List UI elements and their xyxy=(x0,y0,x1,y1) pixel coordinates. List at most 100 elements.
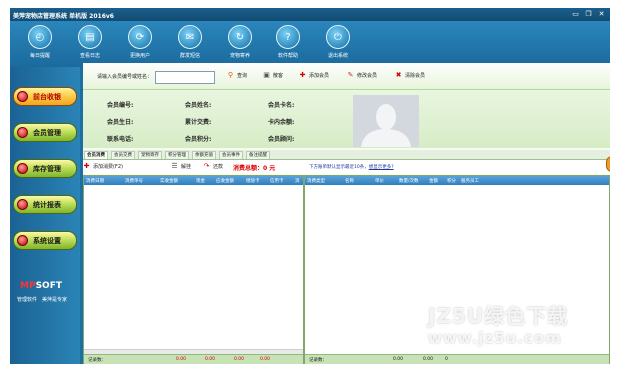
tab-points[interactable]: 积分管理 xyxy=(165,151,189,159)
tab-bar: 会员消费 会员交费 宠物寄存 积分管理 余额充值 会员事件 备注提醒 xyxy=(83,150,610,160)
receipt-icon: ☰ xyxy=(171,162,178,170)
footer-total: 0.00 xyxy=(176,357,187,362)
logo-tagline: 管理软件 美萍是专家 xyxy=(17,297,68,303)
swap-user-icon: ⟳ xyxy=(128,25,152,49)
sidebar: 前台收银 会员管理 库存管理 统计报表 系统设置 MPSOFT 管理软件 美萍是… xyxy=(10,67,80,364)
plus-icon: ✚ xyxy=(83,162,90,170)
list-icon: ▣ xyxy=(263,71,270,79)
add-consume-button[interactable]: ✚ 添加消费(F2) xyxy=(83,162,123,171)
column-header[interactable]: 消 xyxy=(295,178,300,184)
consume-action-bar: ✚ 添加消费(F2) ☰ 解挂 ↷ 还款 消费总额：0 元 下方账单默认显示最近… xyxy=(83,160,610,174)
sidebar-item-label: 库存管理 xyxy=(33,164,61,173)
footer-total: 0 xyxy=(445,357,448,362)
record-count-label: 记录数： xyxy=(88,358,106,363)
toolbar-view-log-button[interactable]: ▤ 查看日志 xyxy=(70,25,110,59)
sidebar-item-settings[interactable]: 系统设置 xyxy=(13,231,77,250)
member-points-label: 会员积分: xyxy=(185,136,212,143)
toolbar-label: 更换用户 xyxy=(129,53,150,59)
toolbar-label: 退出系统 xyxy=(327,53,348,59)
title-bar: 美萍宠物店管理系统 单机版 2016v6 ▭ ❐ ✕ xyxy=(10,8,610,21)
column-header[interactable]: 实收金额 xyxy=(160,178,178,184)
column-header[interactable]: 数量/次数 xyxy=(399,178,419,184)
minimize-button[interactable]: ▭ xyxy=(571,10,580,18)
consume-records-table: 消费日期 消费单号 实收金额 现金 应收金额 储值卡 信用卡 消 记录数： 0.… xyxy=(83,175,304,364)
unhold-button[interactable]: ☰ 解挂 xyxy=(171,162,191,171)
footer-total: 0.00 xyxy=(234,357,245,362)
status-dot-icon xyxy=(17,199,28,210)
footer-total: 0.00 xyxy=(393,357,404,362)
toolbar-daily-reminder-button[interactable]: ◴ 每日提醒 xyxy=(20,25,60,59)
column-header[interactable]: 积分 xyxy=(447,178,456,184)
toolbar-exit-button[interactable]: ⏻ 退出系统 xyxy=(318,25,358,59)
avatar-placeholder-icon xyxy=(353,95,419,147)
toolbar-switch-user-button[interactable]: ⟳ 更换用户 xyxy=(120,25,160,59)
tab-member-consume[interactable]: 会员消费 xyxy=(84,151,108,159)
add-member-button[interactable]: ✚ 添加会员 xyxy=(299,71,329,80)
company-logo: MPSOFT xyxy=(20,281,62,291)
column-header[interactable]: 服务员工 xyxy=(461,178,479,184)
tab-member-payment[interactable]: 会员交费 xyxy=(111,151,135,159)
help-icon: ? xyxy=(276,25,300,49)
column-header[interactable]: 应收金额 xyxy=(216,178,234,184)
consume-total: 消费总额：0 元 xyxy=(233,165,276,172)
toolbar-label: 查看日志 xyxy=(79,53,100,59)
toolbar-pet-boarding-button[interactable]: ↻ 宠物寄养 xyxy=(220,25,260,59)
member-search-bar: 请输入会员编号或姓名： ⚲ 查询 ▣ 散客 ✚ 添加会员 ✎ 修改会员 ✖ 清除… xyxy=(83,63,610,90)
toolbar-sms-button[interactable]: ✉ 群发短信 xyxy=(170,25,210,59)
plus-icon: ✚ xyxy=(299,71,306,79)
column-header[interactable]: 消费单号 xyxy=(125,178,143,184)
show-more-link[interactable]: 想显示更多? xyxy=(369,165,394,170)
window-title: 美萍宠物店管理系统 单机版 2016v6 xyxy=(13,13,114,20)
table-footer: 记录数： 0.00 0.00 0 xyxy=(305,354,609,364)
pencil-icon: ✎ xyxy=(347,71,354,79)
toolbar-label: 每日提醒 xyxy=(29,53,50,59)
sidebar-item-front-cashier[interactable]: 前台收银 xyxy=(13,87,77,106)
sidebar-item-reports[interactable]: 统计报表 xyxy=(13,195,77,214)
column-header[interactable]: 消费日期 xyxy=(86,178,104,184)
member-info-panel: 会员编号: 会员姓名: 会员卡名: 会员生日: 累计交费: 卡内余额: 联系电话… xyxy=(83,90,610,148)
collapse-panel-button[interactable]: ‹ xyxy=(606,156,610,172)
sms-icon: ✉ xyxy=(178,25,202,49)
toolbar-label: 群发短信 xyxy=(179,53,200,59)
sidebar-item-label: 系统设置 xyxy=(33,236,61,245)
column-header[interactable]: 单价 xyxy=(375,178,384,184)
clock-icon: ◴ xyxy=(28,25,52,49)
phone-label: 联系电话: xyxy=(107,136,134,143)
total-spend-label: 累计交费: xyxy=(185,119,212,126)
edit-member-button[interactable]: ✎ 修改会员 xyxy=(347,71,377,80)
clear-member-button[interactable]: ✖ 清除会员 xyxy=(395,72,425,80)
tab-pet-storage[interactable]: 宠物寄存 xyxy=(138,151,162,159)
repay-button[interactable]: ↷ 还款 xyxy=(203,162,223,171)
status-dot-icon xyxy=(17,235,28,246)
card-balance-label: 卡内余额: xyxy=(268,119,295,126)
site-watermark-url: www.jz5u.com xyxy=(428,329,562,347)
column-header[interactable]: 消费类型 xyxy=(307,178,325,184)
close-button[interactable]: ✕ xyxy=(597,10,606,18)
sidebar-item-inventory[interactable]: 库存管理 xyxy=(13,159,77,178)
table-footer: 记录数： 0.00 0.00 0.00 0.00 xyxy=(84,354,303,364)
column-header[interactable]: 信用卡 xyxy=(270,178,284,184)
maximize-button[interactable]: ❐ xyxy=(584,10,593,18)
record-count-label: 记录数： xyxy=(309,358,327,363)
table-header: 消费类型 名称 单价 数量/次数 金额 积分 服务员工 xyxy=(305,176,609,185)
toolbar-label: 软件帮助 xyxy=(277,53,298,59)
column-header[interactable]: 现金 xyxy=(196,178,205,184)
member-card-name-label: 会员卡名: xyxy=(268,102,295,109)
sidebar-item-member-management[interactable]: 会员管理 xyxy=(13,123,77,142)
search-label: 请输入会员编号或姓名： xyxy=(97,74,153,80)
tab-notes[interactable]: 备注提醒 xyxy=(246,151,270,159)
sidebar-item-label: 统计报表 xyxy=(33,200,61,209)
column-header[interactable]: 储值卡 xyxy=(246,178,260,184)
table-header: 消费日期 消费单号 实收金额 现金 应收金额 储值卡 信用卡 消 xyxy=(84,176,303,185)
status-dot-icon xyxy=(17,163,28,174)
tab-member-events[interactable]: 会员事件 xyxy=(219,151,243,159)
sidebar-item-label: 前台收银 xyxy=(33,92,61,101)
toolbar-help-button[interactable]: ? 软件帮助 xyxy=(268,25,308,59)
tab-recharge[interactable]: 余额充值 xyxy=(192,151,216,159)
query-button[interactable]: ⚲ 查询 xyxy=(227,72,247,80)
column-header[interactable]: 金额 xyxy=(429,178,438,184)
walk-in-button[interactable]: ▣ 散客 xyxy=(263,71,283,80)
column-header[interactable]: 名称 xyxy=(345,178,354,184)
return-arrow-icon: ↷ xyxy=(203,162,210,170)
member-search-input[interactable] xyxy=(155,71,215,84)
